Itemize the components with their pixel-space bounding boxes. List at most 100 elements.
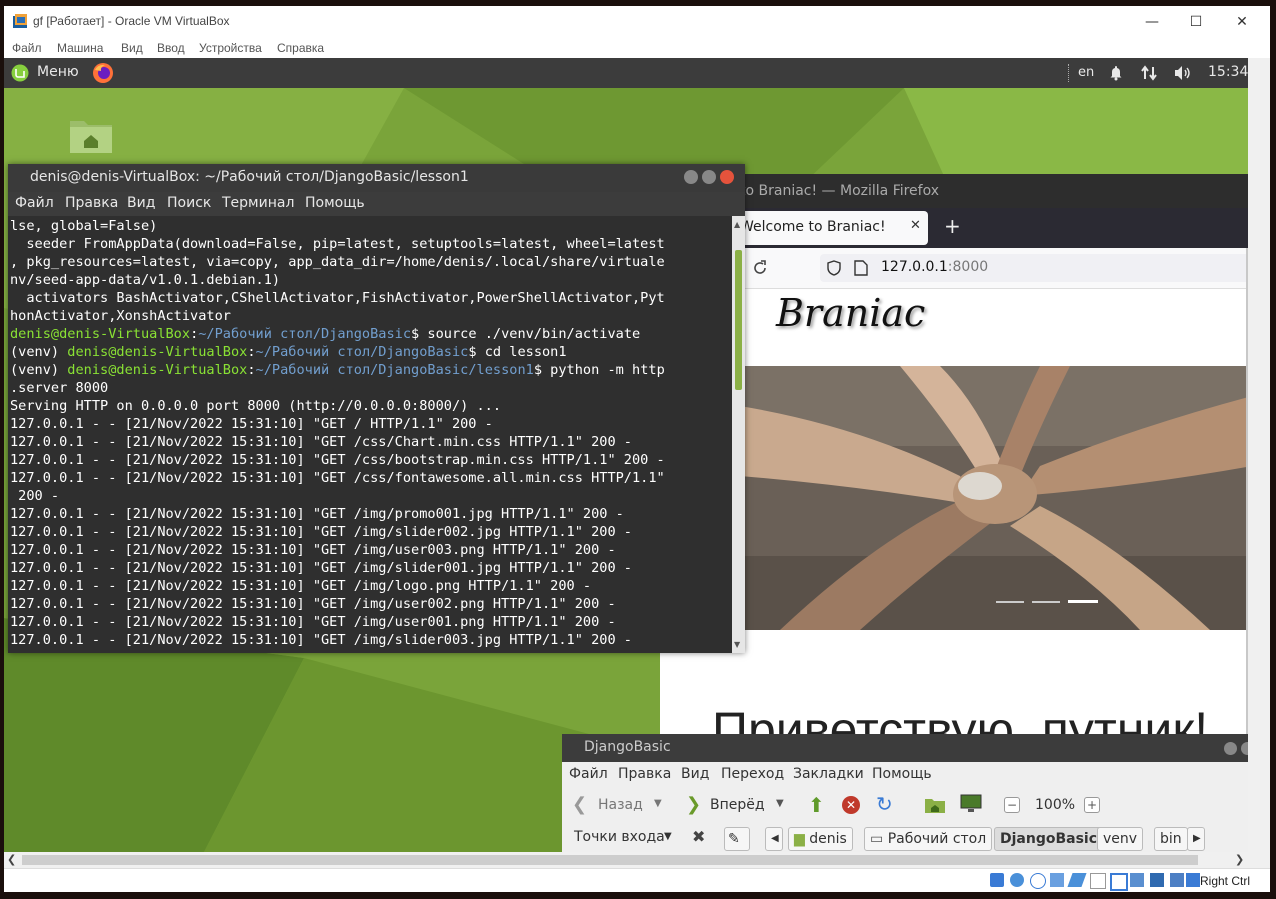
places-dropdown-arrow-icon[interactable]: ▼ xyxy=(664,831,672,842)
terminal-window[interactable]: denis@denis-VirtualBox: ~/Рабочий стол/D… xyxy=(8,164,745,653)
slider-indicator-3-active[interactable] xyxy=(1068,600,1098,603)
shared-folders-icon[interactable] xyxy=(1090,873,1106,889)
fm-menu-edit[interactable]: Правка xyxy=(618,766,671,782)
forward-arrow-icon[interactable]: ❯ xyxy=(686,794,701,815)
file-manager-minimize-button[interactable] xyxy=(1224,742,1237,755)
reload-icon[interactable]: ↻ xyxy=(876,792,893,816)
recording-icon[interactable] xyxy=(1130,873,1144,887)
fm-menu-bookmarks[interactable]: Закладки xyxy=(793,766,864,782)
guest-menu-button[interactable]: Меню xyxy=(37,64,79,80)
file-manager-window[interactable]: DjangoBasic Файл Правка Вид Переход Закл… xyxy=(562,734,1248,852)
network-adapter-icon[interactable] xyxy=(1050,873,1064,887)
hero-image xyxy=(740,366,1248,630)
tab-close-icon[interactable]: ✕ xyxy=(910,218,921,233)
shield-icon[interactable] xyxy=(826,260,842,276)
maximize-button[interactable]: ☐ xyxy=(1176,10,1216,34)
keyboard-capture-icon[interactable] xyxy=(1186,873,1200,887)
crumb-bin[interactable]: bin xyxy=(1154,827,1188,851)
back-arrow-icon[interactable]: ❮ xyxy=(572,794,587,815)
edit-path-icon[interactable]: ✎ xyxy=(724,827,750,851)
notification-bell-icon[interactable] xyxy=(1108,65,1124,81)
host-menu-devices[interactable]: Устройства xyxy=(199,41,262,55)
mouse-integration-icon[interactable] xyxy=(1170,873,1184,887)
keyboard-layout-indicator[interactable]: en xyxy=(1078,65,1094,80)
zoom-out-icon[interactable]: − xyxy=(1004,797,1020,813)
terminal-line: 127.0.0.1 - - [21/Nov/2022 15:31:10] "GE… xyxy=(10,577,591,595)
crumb-djangobasic[interactable]: DjangoBasic xyxy=(994,827,1104,851)
volume-icon[interactable] xyxy=(1174,65,1192,81)
terminal-maximize-button[interactable] xyxy=(702,170,716,184)
url-text: 127.0.0.1:8000 xyxy=(881,259,988,275)
display-icon[interactable] xyxy=(1110,873,1128,891)
guest-screen[interactable]: Меню en 15:34 to Braniac! — Mozilla Fire… xyxy=(4,58,1248,852)
fm-menu-view[interactable]: Вид xyxy=(681,766,709,782)
terminal-line-segment: 127.0.0.1 - - [21/Nov/2022 15:31:10] "GE… xyxy=(10,452,665,468)
braniac-logo[interactable]: Braniac xyxy=(776,291,925,335)
stop-icon[interactable]: ✕ xyxy=(842,796,860,814)
network-icon[interactable] xyxy=(1141,65,1157,81)
clock[interactable]: 15:34 xyxy=(1208,64,1248,80)
host-menu-input[interactable]: Ввод xyxy=(157,41,185,55)
back-button[interactable]: Назад xyxy=(598,797,643,813)
fm-menu-help[interactable]: Помощь xyxy=(872,766,932,782)
host-vertical-scrollbar[interactable] xyxy=(1248,58,1270,868)
terminal-menu-terminal[interactable]: Терминал xyxy=(222,195,294,211)
close-button[interactable]: ✕ xyxy=(1222,10,1262,34)
places-dropdown[interactable]: Точки входа xyxy=(574,829,665,845)
tab-welcome-braniac[interactable]: Welcome to Braniac! ✕ xyxy=(736,211,928,245)
crumb-left-arrow-icon[interactable]: ◀ xyxy=(765,827,783,851)
minimize-button[interactable]: — xyxy=(1132,10,1172,34)
terminal-menu-edit[interactable]: Правка xyxy=(65,195,118,211)
host-menu-machine[interactable]: Машина xyxy=(57,41,103,55)
usb-icon[interactable] xyxy=(1067,873,1087,887)
file-manager-maximize-button[interactable] xyxy=(1241,742,1248,755)
audio-icon[interactable] xyxy=(1030,873,1046,889)
terminal-line-segment: : xyxy=(247,344,256,360)
mint-menu-icon[interactable] xyxy=(11,64,29,82)
cpu-icon[interactable] xyxy=(1150,873,1164,887)
fm-menu-file[interactable]: Файл xyxy=(569,766,608,782)
fm-menu-go[interactable]: Переход xyxy=(721,766,784,782)
terminal-menu-search[interactable]: Поиск xyxy=(167,195,211,211)
reload-icon[interactable] xyxy=(752,260,768,276)
firefox-icon[interactable] xyxy=(92,62,114,84)
terminal-line-segment: 127.0.0.1 - - [21/Nov/2022 15:31:10] "GE… xyxy=(10,524,632,540)
new-tab-button[interactable]: + xyxy=(944,214,961,238)
host-menu-help[interactable]: Справка xyxy=(277,41,324,55)
hscroll-left-arrow-icon[interactable]: ❮ xyxy=(7,853,16,866)
terminal-menu-view[interactable]: Вид xyxy=(127,195,155,211)
home-folder-icon[interactable] xyxy=(924,796,946,814)
crumb-denis[interactable]: ▆ denis xyxy=(788,827,853,851)
crumb-right-arrow-icon[interactable]: ▶ xyxy=(1187,827,1205,851)
hscroll-right-arrow-icon[interactable]: ❯ xyxy=(1235,853,1244,866)
optical-drive-icon[interactable] xyxy=(1010,873,1024,887)
terminal-output[interactable]: lse, global=False) seeder FromAppData(do… xyxy=(8,216,732,653)
back-dropdown-icon[interactable]: ▼ xyxy=(654,798,662,809)
hero-slider[interactable] xyxy=(740,366,1248,630)
terminal-menu-file[interactable]: Файл xyxy=(15,195,54,211)
forward-dropdown-icon[interactable]: ▼ xyxy=(776,798,784,809)
slider-indicator-2[interactable] xyxy=(1032,601,1060,603)
up-arrow-icon[interactable]: ⬆ xyxy=(808,793,825,817)
forward-button[interactable]: Вперёд xyxy=(710,797,765,813)
url-bar[interactable]: 127.0.0.1:8000 xyxy=(820,254,1248,282)
terminal-scroll-thumb[interactable] xyxy=(735,250,742,390)
host-menu-file[interactable]: Файл xyxy=(12,41,42,55)
home-folder-icon[interactable] xyxy=(68,115,114,155)
host-menu-view[interactable]: Вид xyxy=(121,41,143,55)
hscroll-thumb[interactable] xyxy=(22,855,1198,865)
terminal-scrollbar[interactable]: ▲ ▼ xyxy=(732,216,745,653)
crumb-venv[interactable]: venv xyxy=(1097,827,1144,851)
crumb-desktop[interactable]: ▭ Рабочий стол xyxy=(864,827,993,851)
computer-icon[interactable] xyxy=(960,794,982,814)
scroll-up-arrow-icon[interactable]: ▲ xyxy=(734,220,740,229)
hdd-icon[interactable] xyxy=(990,873,1004,887)
zoom-in-icon[interactable]: + xyxy=(1084,797,1100,813)
host-horizontal-scrollbar[interactable]: ❮ ❯ xyxy=(4,852,1248,868)
close-sidebar-icon[interactable]: ✖ xyxy=(692,827,705,846)
slider-indicator-1[interactable] xyxy=(996,601,1024,603)
scroll-down-arrow-icon[interactable]: ▼ xyxy=(734,640,740,649)
terminal-minimize-button[interactable] xyxy=(684,170,698,184)
terminal-close-button[interactable] xyxy=(720,170,734,184)
terminal-menu-help[interactable]: Помощь xyxy=(305,195,365,211)
